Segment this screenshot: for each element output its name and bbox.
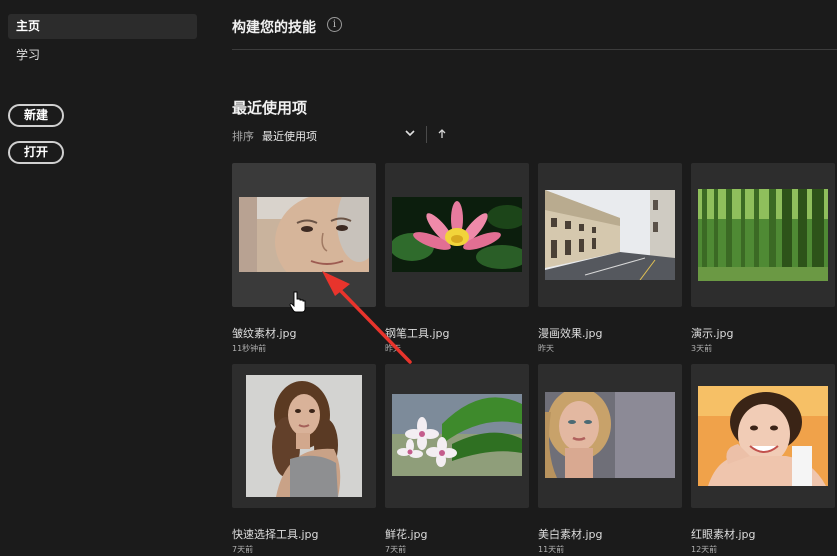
street-buildings-thumbnail [545, 190, 675, 280]
smiling-woman-orange-thumbnail [698, 386, 828, 486]
file-time: 昨天 [385, 344, 401, 353]
sort-ascending-icon[interactable] [437, 128, 447, 139]
bamboo-forest-thumbnail [698, 189, 828, 281]
file-card-whitening[interactable] [538, 364, 682, 508]
file-card-quick-select[interactable] [232, 364, 376, 508]
file-name[interactable]: 皱纹素材.jpg [232, 325, 297, 341]
sort-dropdown[interactable]: 最近使用项 [262, 128, 317, 144]
toolbar-separator [426, 126, 427, 143]
file-time: 昨天 [538, 344, 554, 353]
new-button[interactable]: 新建 [8, 104, 64, 127]
woman-curly-hair-thumbnail [246, 375, 362, 497]
file-card-flowers[interactable] [385, 364, 529, 508]
section-divider [232, 49, 837, 50]
open-button[interactable]: 打开 [8, 141, 64, 164]
blonde-woman-portrait-thumbnail [545, 392, 675, 478]
file-name[interactable]: 漫画效果.jpg [538, 325, 603, 341]
file-time: 7天前 [385, 545, 407, 554]
sort-label: 排序 [232, 130, 254, 143]
plumeria-flowers-thumbnail [392, 394, 522, 476]
main-content: 构建您的技能 i 最近使用项 排序 最近使用项 皱纹素材.jpg 11秒钟前 钢… [210, 0, 837, 556]
info-icon[interactable]: i [327, 17, 342, 32]
file-time: 12天前 [691, 545, 718, 554]
file-name[interactable]: 演示.jpg [691, 325, 734, 341]
file-name[interactable]: 红眼素材.jpg [691, 526, 756, 542]
file-card-red-eye[interactable] [691, 364, 835, 508]
recent-title: 最近使用项 [232, 99, 308, 117]
pink-lotus-thumbnail [392, 197, 522, 272]
file-time: 11秒钟前 [232, 344, 267, 353]
file-card-wrinkle[interactable] [232, 163, 376, 307]
file-name[interactable]: 鲜花.jpg [385, 526, 428, 542]
file-time: 11天前 [538, 545, 565, 554]
file-name[interactable]: 美白素材.jpg [538, 526, 603, 542]
sidebar-item-learn[interactable]: 学习 [8, 43, 197, 68]
file-card-comic-effect[interactable] [538, 163, 682, 307]
sidebar-item-home[interactable]: 主页 [8, 14, 197, 39]
portrait-elderly-woman-thumbnail [239, 197, 369, 272]
file-card-demo[interactable] [691, 163, 835, 307]
sidebar: 主页 学习 新建 打开 [0, 0, 210, 556]
file-time: 7天前 [232, 545, 254, 554]
file-name[interactable]: 快速选择工具.jpg [232, 526, 319, 542]
file-card-pen-tool[interactable] [385, 163, 529, 307]
file-name[interactable]: 钢笔工具.jpg [385, 325, 450, 341]
file-time: 3天前 [691, 344, 713, 353]
chevron-down-icon[interactable] [404, 127, 416, 139]
build-skills-title: 构建您的技能 [232, 20, 316, 36]
